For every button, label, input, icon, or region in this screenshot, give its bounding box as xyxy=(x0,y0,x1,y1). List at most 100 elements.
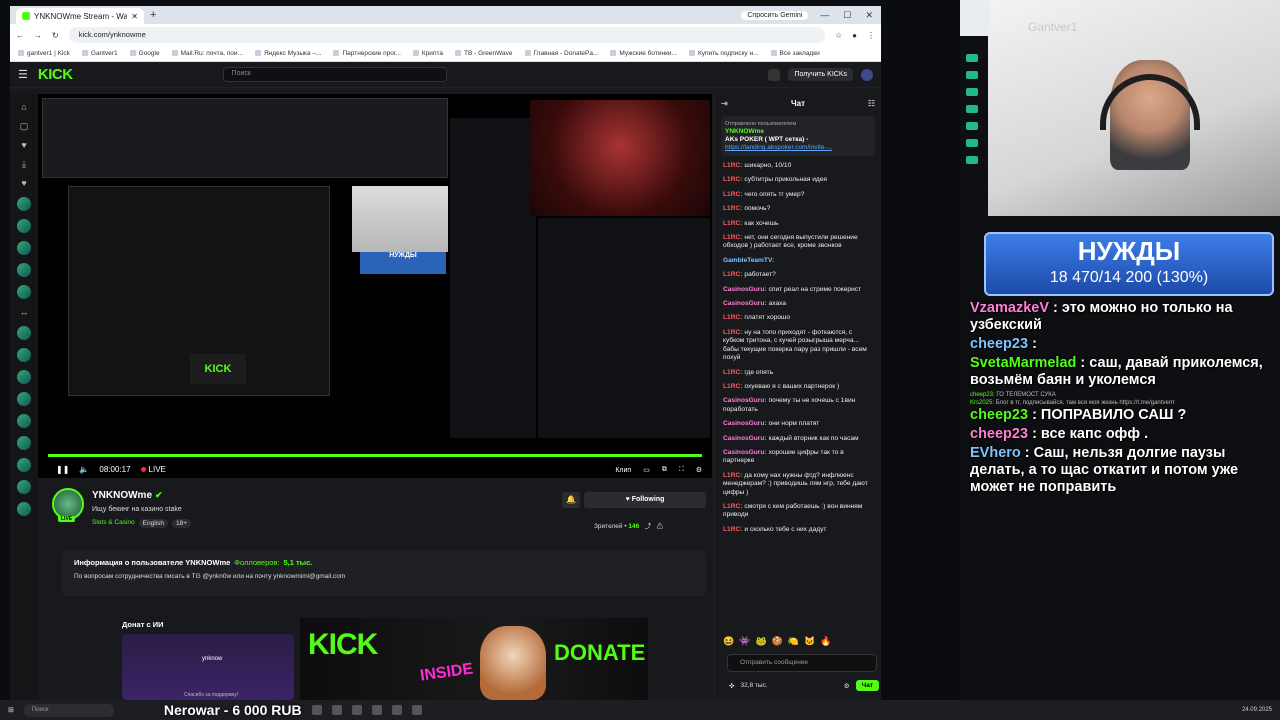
fullscreen-icon[interactable]: ⛶ xyxy=(679,466,684,474)
taskbar-app-icon[interactable] xyxy=(311,705,322,715)
chat-username[interactable]: L1RC: xyxy=(723,472,742,479)
emote-icon[interactable]: 🍋 xyxy=(788,636,799,647)
chat-message-input[interactable]: Отправить сообщение xyxy=(727,654,877,672)
emote-icon[interactable]: 👾 xyxy=(739,636,750,647)
chat-username[interactable]: L1RC: xyxy=(723,191,742,198)
chat-username[interactable]: L1RC: xyxy=(723,329,742,336)
search-input[interactable]: Поиск xyxy=(222,67,447,82)
profile-icon[interactable]: ● xyxy=(852,31,857,40)
pinned-link[interactable]: https://landing.akspoker.com/invite-... xyxy=(725,144,871,152)
gemini-button[interactable]: Спросить Gemini xyxy=(741,10,809,20)
channel-avatar[interactable] xyxy=(17,414,31,428)
channel-avatar[interactable] xyxy=(17,480,31,494)
bookmark-item[interactable]: Главная - DonatePa... xyxy=(525,50,599,57)
new-tab-icon[interactable]: + xyxy=(150,9,156,21)
settings-icon[interactable]: ⚙ xyxy=(696,466,702,474)
start-icon[interactable]: ⊞ xyxy=(8,706,14,714)
chat-username[interactable]: CasinosGuru: xyxy=(723,420,767,427)
chat-username[interactable]: L1RC: xyxy=(723,369,742,376)
browse-icon[interactable]: ▢ xyxy=(19,121,30,132)
channel-avatar[interactable] xyxy=(17,348,31,362)
chat-username[interactable]: L1RC: xyxy=(723,526,742,533)
channel-avatar[interactable] xyxy=(17,436,31,450)
bookmark-item[interactable]: Крипта xyxy=(413,50,443,57)
hamburger-menu-icon[interactable]: ☰ xyxy=(18,68,28,81)
close-tab-icon[interactable]: ✕ xyxy=(131,12,138,21)
chat-username[interactable]: L1RC: xyxy=(723,383,742,390)
bookmark-item[interactable]: Все закладки xyxy=(771,50,820,57)
channel-avatar[interactable] xyxy=(17,197,31,211)
menu-icon[interactable]: ⋮ xyxy=(867,31,875,40)
pip-icon[interactable]: ⧉ xyxy=(662,466,667,474)
channel-avatar[interactable] xyxy=(17,219,31,233)
pinned-message[interactable]: Отправлено пользователем YNKNOWme AKs PO… xyxy=(721,116,875,156)
bookmark-item[interactable]: Мужские ботинки... xyxy=(610,50,677,57)
video-player[interactable]: НУЖДЫ KICK ❚❚ 🔈 08:00:17 LIVE Клип ▭ ⧉ ⛶ xyxy=(38,94,712,478)
chat-username[interactable]: L1RC: xyxy=(723,271,742,278)
chat-username[interactable]: CasinosGuru: xyxy=(723,397,767,404)
chat-username[interactable]: CasinosGuru: xyxy=(723,300,767,307)
following-button[interactable]: ♥ Following xyxy=(584,492,706,508)
bookmark-item[interactable]: Google xyxy=(130,50,160,57)
chat-username[interactable]: CasinosGuru: xyxy=(723,449,767,456)
channel-avatar[interactable] xyxy=(17,370,31,384)
reload-icon[interactable]: ↻ xyxy=(52,31,59,40)
forward-icon[interactable]: → xyxy=(34,31,42,40)
volume-icon[interactable]: 🔈 xyxy=(79,465,89,474)
tag[interactable]: 18+ xyxy=(171,519,191,528)
clip-button[interactable]: Клип xyxy=(615,467,631,474)
close-window-icon[interactable]: ✕ xyxy=(865,10,873,21)
channel-avatar[interactable] xyxy=(17,241,31,255)
browser-tab[interactable]: YNKNOWme Stream - Watch L ✕ xyxy=(16,8,144,24)
collapse-icon[interactable]: ↔ xyxy=(19,307,30,318)
channel-avatar[interactable] xyxy=(17,392,31,406)
channel-avatar[interactable] xyxy=(17,502,31,516)
user-avatar-icon[interactable] xyxy=(861,68,873,81)
collapse-chat-icon[interactable]: ⇥ xyxy=(721,99,728,108)
theater-mode-icon[interactable]: ▭ xyxy=(643,466,650,474)
taskbar-app-icon[interactable] xyxy=(411,705,422,715)
taskbar-search[interactable]: Поиск xyxy=(23,703,114,717)
chat-username[interactable]: CasinosGuru: xyxy=(723,435,767,442)
chat-username[interactable]: L1RC: xyxy=(723,220,742,227)
back-icon[interactable]: ← xyxy=(16,31,24,40)
bookmark-item[interactable]: Яндекс Музыка –... xyxy=(255,50,322,57)
taskbar-app-icon[interactable] xyxy=(391,705,402,715)
channel-name[interactable]: YNKNOWme ✔ xyxy=(92,490,163,501)
chat-username[interactable]: L1RC: xyxy=(723,205,742,212)
taskbar-app-icon[interactable] xyxy=(351,705,362,715)
emote-icon[interactable]: 😆 xyxy=(723,636,734,647)
send-chat-button[interactable]: Чат xyxy=(855,680,879,691)
bookmark-item[interactable]: Купить подписку н... xyxy=(689,50,759,57)
bookmark-item[interactable]: Партнерские прог... xyxy=(333,50,400,57)
chat-username[interactable]: L1RC: xyxy=(723,162,742,169)
chat-username[interactable]: CasinosGuru: xyxy=(723,286,767,293)
get-kicks-button[interactable]: Получить KICKs xyxy=(788,68,853,81)
heart-icon[interactable]: ♥ xyxy=(19,178,30,189)
maximize-icon[interactable]: ☐ xyxy=(843,10,851,21)
home-icon[interactable]: ⌂ xyxy=(19,102,30,113)
following-icon[interactable]: ♥ xyxy=(19,140,30,151)
channel-avatar[interactable] xyxy=(17,326,31,340)
emote-icon[interactable]: 🐱 xyxy=(804,636,815,647)
emote-icon[interactable]: 🍪 xyxy=(772,636,783,647)
emote-icon[interactable]: 🔥 xyxy=(820,636,831,647)
bookmark-item[interactable]: Gantver1 xyxy=(82,50,118,57)
download-icon[interactable]: ⤓ xyxy=(19,159,30,170)
tag[interactable]: English xyxy=(138,519,168,528)
kick-logo[interactable]: KICK xyxy=(38,66,73,83)
taskbar-app-icon[interactable] xyxy=(331,705,342,715)
emote-icon[interactable]: 🐸 xyxy=(755,636,766,647)
channel-avatar[interactable] xyxy=(17,458,31,472)
donate-card[interactable]: ynknow Спасибо за поддержку! xyxy=(122,634,294,700)
notifications-bell-icon[interactable]: 🔔 xyxy=(562,492,580,508)
channel-avatar[interactable] xyxy=(17,285,31,299)
chat-username[interactable]: GambleTeamTV: xyxy=(723,257,774,264)
taskbar-app-icon[interactable] xyxy=(371,705,382,715)
bookmark-item[interactable]: gantver1 | Kick xyxy=(18,50,70,57)
minimize-icon[interactable]: — xyxy=(820,10,829,21)
category-link[interactable]: Slots & Casino xyxy=(92,519,135,528)
chat-username[interactable]: L1RC: xyxy=(723,176,742,183)
pause-icon[interactable]: ❚❚ xyxy=(56,465,69,474)
url-field[interactable]: kick.com/ynknowme xyxy=(68,27,825,43)
